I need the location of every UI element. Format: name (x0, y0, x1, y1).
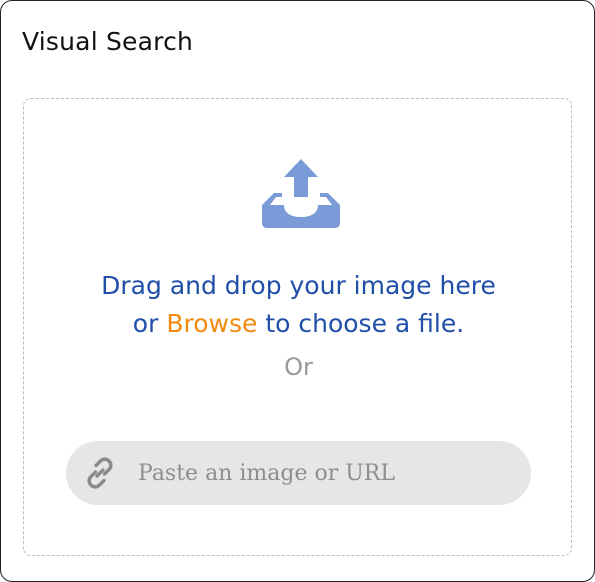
drop-instructions: Drag and drop your image here or Browse … (24, 267, 573, 343)
link-icon (87, 457, 113, 489)
instruction-suffix: to choose a file. (265, 309, 465, 338)
browse-link[interactable]: Browse (166, 309, 257, 338)
panel-title: Visual Search (22, 27, 194, 56)
visual-search-panel: Visual Search Drag and drop your image h… (0, 0, 595, 582)
url-input-bar[interactable] (66, 441, 531, 505)
or-separator: Or (284, 353, 313, 381)
image-dropzone[interactable]: Drag and drop your image here or Browse … (23, 98, 572, 556)
instruction-prefix: or (132, 309, 159, 338)
drop-instruction-line-1: Drag and drop your image here (101, 271, 496, 300)
drop-instruction-line-2: or Browse to choose a file. (24, 305, 573, 343)
url-input[interactable] (138, 451, 508, 495)
upload-tray-icon (262, 159, 340, 228)
